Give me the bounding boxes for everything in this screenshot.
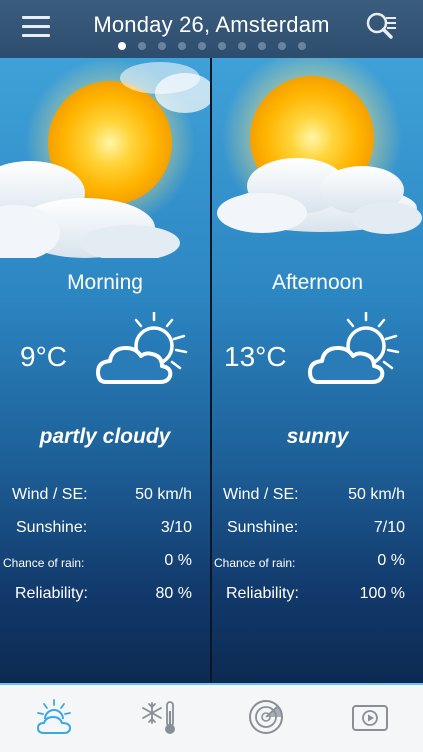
sunshine-label: Sunshine:: [16, 519, 88, 536]
page-dot[interactable]: [177, 42, 186, 50]
video-play-icon: [352, 705, 388, 731]
page-dot[interactable]: [137, 42, 146, 50]
radar-icon: [249, 700, 283, 734]
reliability-row: Reliability: 80 %: [0, 585, 210, 607]
hamburger-menu-icon: [22, 16, 50, 37]
reliability-value: 80 %: [155, 585, 192, 602]
tab-video[interactable]: [348, 697, 392, 737]
forecast-panel-morning: Morning 9°C partly cloudy Wind / SE: 50 …: [0, 58, 210, 683]
forecast-panel-afternoon: Afternoon 13°C sunny Wind / SE: 50 km/h …: [212, 58, 423, 683]
search-list-icon: [366, 12, 396, 39]
page-indicator[interactable]: [0, 42, 423, 50]
condition: sunny: [286, 425, 349, 448]
rain-label: Chance of rain:: [3, 556, 85, 570]
condition: partly cloudy: [39, 425, 171, 448]
sunshine-value: 7/10: [373, 519, 405, 536]
rain-row: Chance of rain: 0 %: [212, 552, 423, 574]
search-button[interactable]: [364, 10, 400, 42]
reliability-label: Reliability:: [226, 585, 299, 602]
bottom-tab-bar: [0, 683, 423, 752]
period-label: Morning: [67, 271, 143, 294]
tab-weather[interactable]: [32, 697, 76, 737]
page-dot[interactable]: [157, 42, 166, 50]
sunshine-value: 3/10: [160, 519, 192, 536]
page-dot[interactable]: [297, 42, 306, 50]
rain-value: 0 %: [164, 552, 192, 569]
menu-button[interactable]: [22, 16, 50, 38]
reliability-row: Reliability: 100 %: [212, 585, 423, 607]
partly-cloudy-icon: [308, 312, 400, 384]
temperature: 13°C: [224, 341, 287, 372]
partly-cloudy-icon: [96, 312, 188, 384]
wind-row: Wind / SE: 50 km/h: [212, 486, 423, 508]
snow-thermometer-icon: [142, 701, 175, 734]
tab-winter[interactable]: [138, 697, 182, 737]
wind-value: 50 km/h: [348, 486, 405, 503]
page-dot[interactable]: [197, 42, 206, 50]
page-dot[interactable]: [217, 42, 226, 50]
sun-with-cloud-illustration: [217, 58, 422, 234]
sunshine-label: Sunshine:: [227, 519, 299, 536]
weather-tab-icon: [37, 699, 71, 734]
forecast-panels: Morning 9°C partly cloudy Wind / SE: 50 …: [0, 58, 423, 683]
reliability-label: Reliability:: [15, 585, 88, 602]
wind-value: 50 km/h: [135, 486, 192, 503]
page-dot[interactable]: [117, 42, 126, 50]
sunshine-row: Sunshine: 3/10: [0, 519, 210, 541]
wind-label: Wind / SE:: [223, 486, 299, 503]
page-title: Monday 26, Amsterdam: [93, 12, 330, 37]
wind-label: Wind / SE:: [12, 486, 88, 503]
page-dot[interactable]: [257, 42, 266, 50]
sunshine-row: Sunshine: 7/10: [212, 519, 423, 541]
rain-value: 0 %: [377, 552, 405, 569]
rain-label: Chance of rain:: [214, 556, 296, 570]
rain-row: Chance of rain: 0 %: [0, 552, 210, 574]
page-dot[interactable]: [277, 42, 286, 50]
period-label: Afternoon: [271, 271, 364, 294]
reliability-value: 100 %: [359, 585, 405, 602]
wind-row: Wind / SE: 50 km/h: [0, 486, 210, 508]
sun-behind-clouds-illustration: [0, 58, 210, 258]
tab-radar[interactable]: [244, 697, 288, 737]
page-dot[interactable]: [237, 42, 246, 50]
app-header: Monday 26, Amsterdam: [0, 0, 423, 59]
temperature: 9°C: [20, 341, 67, 372]
